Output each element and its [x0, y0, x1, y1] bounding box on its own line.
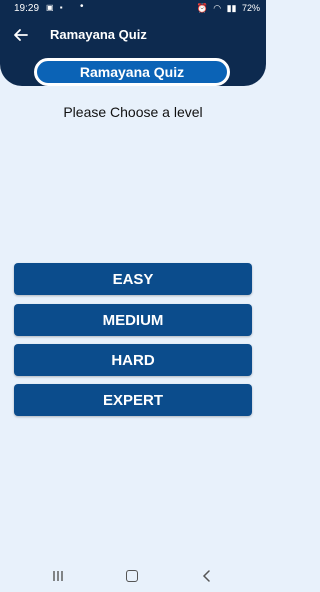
level-expert-button[interactable]: EXPERT	[14, 384, 252, 416]
level-hard-button[interactable]: HARD	[14, 344, 252, 376]
level-medium-button[interactable]: MEDIUM	[14, 304, 252, 336]
status-bar: 19:29 ▣ ▪ • ⏰ ◠ ▮▮ 72%	[0, 0, 266, 18]
system-nav-bar	[0, 560, 266, 592]
signal-icon: ▮▮	[226, 3, 237, 13]
back-chevron-icon[interactable]	[202, 570, 212, 582]
level-easy-button[interactable]: EASY	[14, 263, 252, 295]
status-time: 19:29	[14, 3, 40, 14]
wifi-icon: ◠	[213, 3, 222, 13]
alarm-icon: ⏰	[196, 3, 208, 13]
home-icon[interactable]	[126, 570, 138, 582]
status-right: ⏰ ◠ ▮▮ 72%	[193, 3, 260, 14]
notification-dot: •	[80, 1, 84, 12]
quiz-title-pill: Ramayana Quiz	[34, 58, 230, 86]
choose-level-prompt: Please Choose a level	[63, 104, 203, 120]
notification-icons: ▣ ▪	[46, 3, 65, 12]
header-title: Ramayana Quiz	[50, 27, 147, 42]
arrow-left-icon[interactable]	[12, 26, 30, 44]
battery-percent: 72%	[241, 3, 260, 13]
recents-icon[interactable]	[52, 570, 64, 582]
